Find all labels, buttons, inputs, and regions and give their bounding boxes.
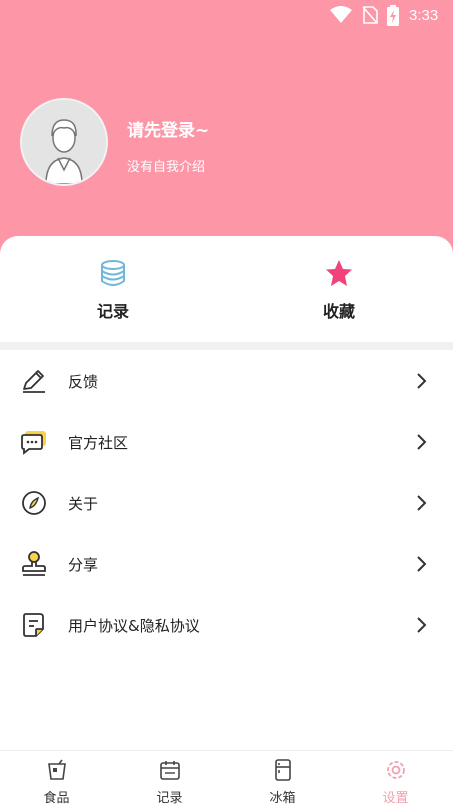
wifi-icon bbox=[330, 6, 352, 23]
compass-icon bbox=[22, 491, 46, 515]
menu-item-feedback[interactable]: 反馈 bbox=[0, 350, 453, 411]
tab-settings-label: 设置 bbox=[382, 791, 409, 806]
content-card: 记录 收藏 反馈 官方社区 关于 分享 用户协议&隐私协议 bbox=[0, 236, 453, 812]
menu-item-share-label: 分享 bbox=[68, 556, 99, 574]
menu-item-community-label: 官方社区 bbox=[68, 434, 129, 452]
user-avatar-icon bbox=[22, 100, 106, 184]
battery-charging-icon bbox=[387, 5, 399, 26]
status-bar: 3:33 bbox=[0, 0, 453, 32]
tab-records-label: 记录 bbox=[156, 791, 183, 806]
quick-actions: 记录 收藏 bbox=[0, 236, 453, 342]
avatar[interactable] bbox=[20, 98, 108, 186]
menu-item-share[interactable]: 分享 bbox=[0, 533, 453, 594]
chevron-right-icon bbox=[417, 373, 427, 389]
tab-records[interactable]: 记录 bbox=[113, 751, 226, 812]
no-sim-icon bbox=[362, 6, 378, 24]
quick-action-records[interactable]: 记录 bbox=[0, 254, 226, 334]
menu-item-community[interactable]: 官方社区 bbox=[0, 411, 453, 472]
chat-bubble-icon bbox=[21, 431, 46, 455]
tab-food-label: 食品 bbox=[43, 791, 70, 806]
drink-icon bbox=[47, 759, 66, 780]
profile-section[interactable]: 请先登录~ 没有自我介绍 bbox=[20, 98, 440, 188]
tab-fridge[interactable]: 冰箱 bbox=[226, 751, 339, 812]
stamp-icon bbox=[22, 551, 46, 576]
status-time: 3:33 bbox=[409, 7, 439, 24]
star-icon bbox=[326, 260, 352, 286]
menu-item-agreement-label: 用户协议&隐私协议 bbox=[68, 617, 200, 635]
flower-gear-icon bbox=[386, 761, 405, 779]
quick-action-favorites[interactable]: 收藏 bbox=[226, 254, 452, 334]
chevron-right-icon bbox=[417, 617, 427, 633]
tab-fridge-label: 冰箱 bbox=[269, 791, 296, 806]
pencil-icon bbox=[23, 370, 45, 393]
chevron-right-icon bbox=[417, 556, 427, 572]
document-icon bbox=[23, 613, 44, 637]
bio-text: 没有自我介绍 bbox=[127, 160, 206, 175]
fridge-icon bbox=[274, 759, 291, 781]
chevron-right-icon bbox=[417, 495, 427, 511]
menu-item-about[interactable]: 关于 bbox=[0, 472, 453, 533]
menu-item-agreement[interactable]: 用户协议&隐私协议 bbox=[0, 594, 453, 655]
tab-food[interactable]: 食品 bbox=[0, 751, 113, 812]
section-divider bbox=[0, 342, 453, 350]
tab-settings[interactable]: 设置 bbox=[339, 751, 452, 812]
quick-action-records-label: 记录 bbox=[96, 302, 129, 321]
login-prompt[interactable]: 请先登录~ bbox=[127, 116, 209, 141]
menu-item-about-label: 关于 bbox=[68, 495, 99, 513]
quick-action-favorites-label: 收藏 bbox=[322, 302, 355, 321]
settings-menu: 反馈 官方社区 关于 分享 用户协议&隐私协议 bbox=[0, 350, 453, 655]
chevron-right-icon bbox=[417, 434, 427, 450]
calendar-icon bbox=[159, 761, 180, 780]
bottom-tab-bar: 食品 记录 冰箱 设置 bbox=[0, 750, 453, 812]
menu-item-feedback-label: 反馈 bbox=[68, 373, 99, 391]
database-icon bbox=[101, 260, 125, 286]
